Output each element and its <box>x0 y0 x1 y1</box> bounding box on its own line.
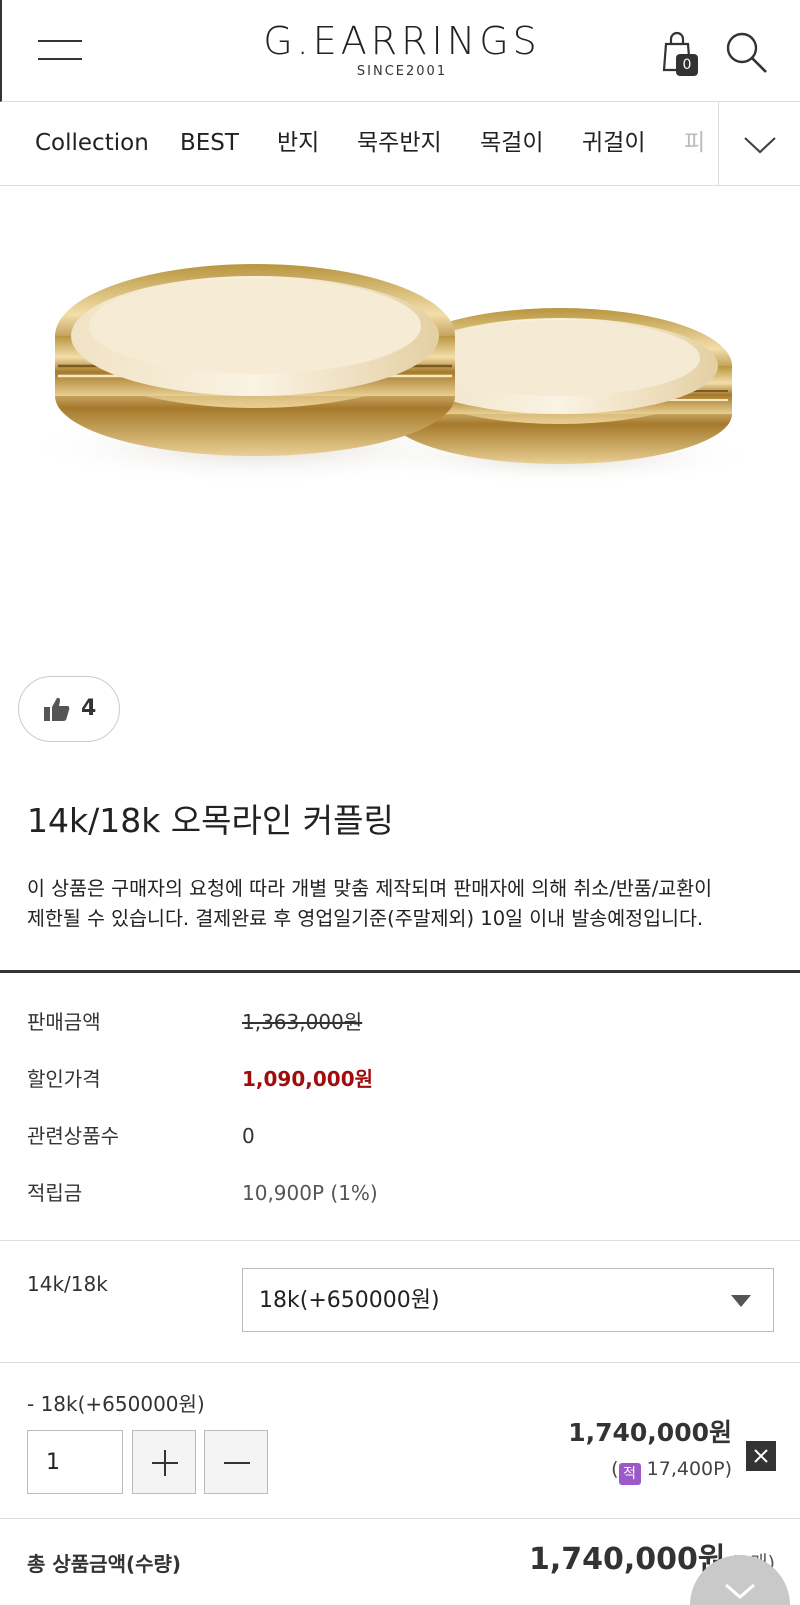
points-label: 적립금 <box>27 1181 83 1205</box>
search-icon <box>726 32 767 73</box>
product-image[interactable] <box>0 186 800 666</box>
option-divider <box>0 1362 800 1363</box>
selected-option-price: 1,740,000원 <box>568 1418 732 1447</box>
like-count: 4 <box>81 696 97 721</box>
info-divider <box>0 1240 800 1241</box>
points-value: 10,900P (1%) <box>242 1181 378 1205</box>
option-select[interactable]: 18k(+650000원) <box>242 1268 774 1332</box>
notice-line-2: 제한될 수 있습니다. 결제완료 후 영업일기준(주말제외) 10일 이내 발송… <box>27 907 704 930</box>
selected-option-points: (적 17,400P) <box>611 1456 732 1485</box>
like-button[interactable]: 4 <box>18 676 120 742</box>
couple-rings-illustration <box>20 264 760 486</box>
scroll-down-button[interactable] <box>690 1555 790 1605</box>
total-label: 총 상품금액(수량) <box>27 1552 182 1576</box>
nav-item-collection[interactable]: Collection <box>35 128 149 158</box>
search-button[interactable] <box>724 30 768 74</box>
nav-item-necklaces[interactable]: 목걸이 <box>480 128 543 158</box>
nav-item-earrings[interactable]: 귀걸이 <box>582 128 645 158</box>
discount-label: 할인가격 <box>27 1067 101 1091</box>
nav-item-rings[interactable]: 반지 <box>277 128 319 158</box>
section-divider <box>0 970 800 973</box>
remove-option-button[interactable] <box>746 1441 776 1471</box>
related-count-label: 관련상품수 <box>27 1124 119 1148</box>
minus-icon <box>224 1462 250 1464</box>
notice-line-1: 이 상품은 구매자의 요청에 따라 개별 맞춤 제작되며 판매자에 의해 취소/… <box>27 877 713 900</box>
nav-item-best[interactable]: BEST <box>180 128 239 158</box>
category-nav-items: Collection BEST 반지 묵주반지 목걸이 귀걸이 피 <box>0 102 718 185</box>
price-value: 1,363,000원 <box>242 1010 363 1034</box>
quantity-decrease-button[interactable] <box>204 1430 268 1494</box>
discount-value: 1,090,000원 <box>242 1067 374 1091</box>
selected-option-name: - 18k(+650000원) <box>27 1392 205 1416</box>
product-notice: 이 상품은 구매자의 요청에 따라 개별 맞춤 제작되며 판매자에 의해 취소/… <box>27 874 793 934</box>
dropdown-arrow-icon <box>731 1295 751 1307</box>
nav-item-rosary-rings[interactable]: 묵주반지 <box>357 128 442 158</box>
quantity-input[interactable] <box>27 1430 123 1494</box>
category-nav: Collection BEST 반지 묵주반지 목걸이 귀걸이 피 <box>0 102 800 186</box>
thumbs-up-icon <box>44 697 70 721</box>
nav-item-more[interactable]: 피 <box>684 128 705 158</box>
cart-count-badge: 0 <box>676 54 698 76</box>
price-label: 판매금액 <box>27 1010 101 1034</box>
nav-expand-button[interactable] <box>718 102 800 185</box>
related-count-value: 0 <box>242 1124 255 1148</box>
chevron-down-icon <box>725 1583 755 1599</box>
chevron-down-icon <box>744 137 776 154</box>
product-title: 14k/18k 오목라인 커플링 <box>27 801 394 840</box>
header: G.EARRINGS SINCE2001 0 <box>0 0 800 102</box>
point-badge-icon: 적 <box>618 1463 641 1485</box>
quantity-increase-button[interactable] <box>132 1430 196 1494</box>
close-icon <box>754 1449 768 1463</box>
selection-divider <box>0 1518 800 1519</box>
option-label: 14k/18k <box>27 1272 108 1296</box>
cart-button[interactable]: 0 <box>658 30 702 78</box>
option-selected-value: 18k(+650000원) <box>259 1288 440 1313</box>
